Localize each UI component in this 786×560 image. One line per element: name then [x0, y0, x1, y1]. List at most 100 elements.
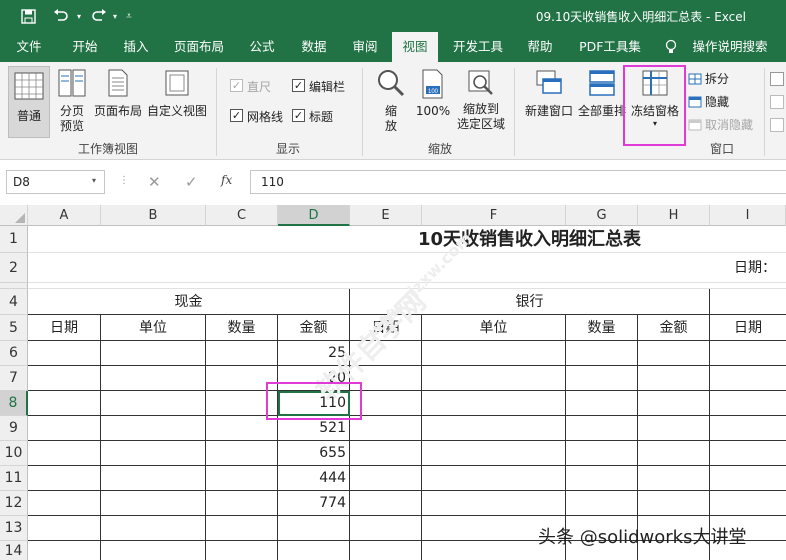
table-header-0[interactable]: 日期 — [28, 315, 101, 341]
name-box-dropdown-icon[interactable]: ▾ — [92, 176, 96, 185]
table-header-5[interactable]: 单位 — [422, 315, 566, 341]
column-header-b[interactable]: B — [101, 205, 206, 226]
row-header-14[interactable]: 14 — [0, 541, 28, 560]
table-cell[interactable] — [206, 491, 278, 516]
tab-view[interactable]: 视图 — [392, 32, 438, 63]
synchronous-scrolling-icon[interactable] — [770, 95, 784, 109]
column-header-h[interactable]: H — [638, 205, 710, 226]
row-header-7[interactable]: 7 — [0, 366, 28, 391]
row-header-8[interactable]: 8 — [0, 391, 28, 416]
column-header-f[interactable]: F — [422, 205, 566, 226]
table-cell[interactable] — [206, 416, 278, 441]
formula-bar-checkbox[interactable]: ✓ — [292, 79, 305, 92]
column-header-i[interactable]: I — [710, 205, 786, 226]
table-header-8[interactable]: 日期 — [710, 315, 786, 341]
table-cell[interactable] — [566, 491, 638, 516]
new-window-button[interactable]: 新建窗口 — [522, 68, 576, 138]
redo-icon[interactable] — [86, 6, 112, 26]
table-cell[interactable] — [422, 366, 566, 391]
enter-icon[interactable]: ✓ — [185, 173, 198, 191]
date-label[interactable]: 日期： — [28, 253, 786, 283]
table-cell[interactable] — [638, 416, 710, 441]
row-header-9[interactable]: 9 — [0, 416, 28, 441]
table-cell[interactable] — [206, 391, 278, 416]
amount-cell[interactable]: 521 — [278, 416, 350, 441]
table-cell[interactable] — [278, 516, 350, 541]
redo-dropdown-icon[interactable]: ▾ — [110, 6, 120, 26]
active-cell-d8[interactable]: 110 — [278, 391, 350, 416]
tab-developer[interactable]: 开发工具 — [446, 32, 510, 62]
table-header-3[interactable]: 金额 — [278, 315, 350, 341]
table-cell[interactable] — [422, 341, 566, 366]
table-cell[interactable] — [28, 541, 101, 560]
column-header-c[interactable]: C — [206, 205, 278, 226]
table-header-1[interactable]: 单位 — [101, 315, 206, 341]
table-cell[interactable] — [101, 516, 206, 541]
table-cell[interactable] — [28, 366, 101, 391]
table-cell[interactable] — [350, 541, 422, 560]
tab-formulas[interactable]: 公式 — [240, 32, 284, 62]
select-all-corner[interactable] — [0, 205, 28, 226]
arrange-all-button[interactable]: 全部重排 — [578, 68, 626, 138]
table-cell[interactable] — [206, 441, 278, 466]
table-cell[interactable] — [28, 441, 101, 466]
undo-icon[interactable] — [48, 6, 74, 26]
table-cell[interactable] — [101, 541, 206, 560]
tab-page-layout[interactable]: 页面布局 — [166, 32, 232, 62]
customize-qat-icon[interactable]: ⩡ — [122, 6, 136, 26]
tab-home[interactable]: 开始 — [62, 32, 108, 62]
page-layout-button[interactable]: 页面布局 — [92, 68, 144, 138]
tab-insert[interactable]: 插入 — [114, 32, 158, 62]
reset-window-position-icon[interactable] — [770, 118, 784, 132]
table-cell[interactable] — [28, 491, 101, 516]
tab-file[interactable]: 文件 — [8, 32, 50, 62]
unhide-button[interactable]: 取消隐藏 — [688, 116, 753, 133]
table-cell[interactable] — [206, 541, 278, 560]
row-header-5[interactable]: 5 — [0, 315, 28, 341]
table-cell[interactable] — [101, 416, 206, 441]
table-cell[interactable] — [101, 466, 206, 491]
table-cell[interactable] — [566, 366, 638, 391]
table-cell[interactable] — [101, 391, 206, 416]
name-box[interactable]: D8 — [6, 170, 105, 194]
amount-cell[interactable]: 20 — [278, 366, 350, 391]
row-header-4[interactable]: 4 — [0, 289, 28, 315]
custom-views-button[interactable]: 自定义视图 — [146, 68, 208, 138]
row-header-6[interactable]: 6 — [0, 341, 28, 366]
ruler-checkbox[interactable]: ✓ — [230, 79, 243, 92]
table-cell[interactable] — [566, 391, 638, 416]
amount-cell[interactable]: 655 — [278, 441, 350, 466]
table-cell[interactable] — [28, 341, 101, 366]
column-header-g[interactable]: G — [566, 205, 638, 226]
tab-review[interactable]: 审阅 — [343, 32, 387, 62]
table-cell[interactable] — [350, 491, 422, 516]
table-cell[interactable] — [350, 516, 422, 541]
zoom-button[interactable]: 缩 放 — [372, 68, 410, 138]
save-icon[interactable] — [16, 6, 40, 26]
table-cell[interactable] — [566, 341, 638, 366]
freeze-panes-button[interactable]: 冻结窗格 ▾ — [628, 68, 682, 138]
table-cell[interactable] — [101, 441, 206, 466]
table-cell[interactable] — [710, 341, 786, 366]
table-cell[interactable] — [350, 441, 422, 466]
row-header-11[interactable]: 11 — [0, 466, 28, 491]
cash-group-header[interactable]: 现金 — [28, 289, 350, 315]
hide-button[interactable]: 隐藏 — [688, 93, 729, 110]
table-cell[interactable] — [566, 441, 638, 466]
table-cell[interactable] — [28, 391, 101, 416]
table-cell[interactable] — [422, 391, 566, 416]
page-break-preview-button[interactable]: 分页 预览 — [54, 68, 90, 138]
table-cell[interactable] — [206, 466, 278, 491]
table-cell[interactable] — [638, 366, 710, 391]
row-header-2[interactable]: 2 — [0, 253, 28, 283]
amount-cell[interactable]: 444 — [278, 466, 350, 491]
table-cell[interactable] — [350, 366, 422, 391]
table-cell[interactable] — [638, 341, 710, 366]
table-header-7[interactable]: 金额 — [638, 315, 710, 341]
table-cell[interactable] — [422, 416, 566, 441]
table-cell[interactable] — [638, 441, 710, 466]
sheet-title[interactable]: 10天收销售收入明细汇总表 — [28, 226, 786, 253]
table-header-4[interactable]: 日期 — [350, 315, 422, 341]
table-cell[interactable] — [206, 341, 278, 366]
table-cell[interactable] — [28, 466, 101, 491]
